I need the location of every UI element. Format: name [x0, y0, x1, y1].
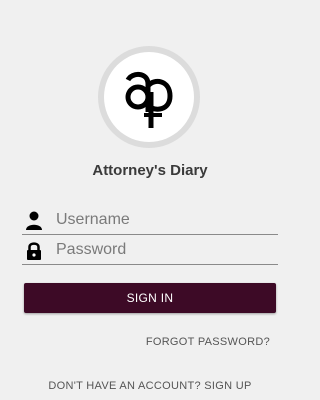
app-logo: [98, 46, 200, 148]
username-input[interactable]: [56, 208, 276, 232]
password-input[interactable]: [56, 238, 276, 262]
person-icon: [26, 211, 42, 230]
app-title: Attorney's Diary: [92, 162, 208, 179]
lock-icon: [27, 242, 41, 260]
password-field[interactable]: [22, 238, 278, 265]
username-field[interactable]: [22, 208, 278, 235]
sign-in-button[interactable]: SIGN IN: [24, 283, 276, 313]
logo-circle: [104, 52, 194, 142]
ap-monogram-icon: [125, 72, 173, 128]
sign-up-link[interactable]: DON'T HAVE AN ACCOUNT? SIGN UP: [0, 380, 300, 392]
forgot-password-link[interactable]: FORGOT PASSWORD?: [146, 336, 270, 348]
